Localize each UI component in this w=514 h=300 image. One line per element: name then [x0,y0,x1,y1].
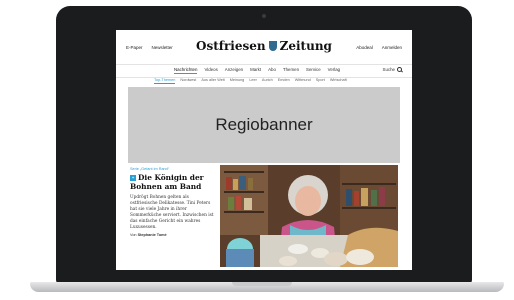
logo-text-right: Zeitung [279,39,332,53]
article-photo[interactable] [220,165,398,267]
logo-text-left: Ostfriesen [196,39,266,53]
crest-icon [268,41,277,51]
subnav-item-leer[interactable]: Leer [249,78,257,84]
laptop-notch [232,282,292,286]
subnav-item-top-themen[interactable]: Top-Themen [154,78,176,84]
article-rubric[interactable]: Serie „Gefant im Rand“ [130,167,169,171]
nav-item-verlag[interactable]: Verlag [328,67,340,74]
author-prefix: Von [130,233,137,237]
sub-navigation: Top-Themen Nordwest Aus aller Welt Meinu… [116,76,412,87]
header-right-links: Abodeal Anmelden [356,45,402,50]
search-label: Suche [382,67,395,72]
nav-item-markt[interactable]: Markt [250,67,261,74]
subnav-item-wittmund[interactable]: Wittmund [295,78,311,84]
nav-item-videos[interactable]: Videos [204,67,217,74]
website-screen: E-Paper Newsletter Ostfriesen Zeitung Abo… [116,30,412,270]
subnav-item-sport[interactable]: Sport [316,78,325,84]
login-link[interactable]: Anmelden [382,45,402,50]
site-header: E-Paper Newsletter Ostfriesen Zeitung Abo… [116,30,412,64]
subnav-item-aurich[interactable]: Aurich [262,78,273,84]
nav-item-themen[interactable]: Themen [283,67,299,74]
article-author: Von Stephanie Tomé [130,233,167,237]
search-icon [397,67,402,72]
plus-badge: + [130,175,136,181]
article-teaser[interactable]: Serie „Gefant im Rand“ + Die Königin der … [128,163,400,270]
nav-item-nachrichten[interactable]: Nachrichten [174,67,198,74]
article-headline-text: Die Königin der Bohnen am Band [130,173,204,191]
subnav-item-meinung[interactable]: Meinung [230,78,245,84]
subnav-item-aus-aller-welt[interactable]: Aus aller Welt [201,78,224,84]
photo-illustration [220,165,398,267]
subnav-item-emden[interactable]: Emden [278,78,290,84]
regiobanner-ad[interactable]: Regiobanner [128,87,400,163]
article-teaser-text: Updrögt Bohnen gelten als ostfriesische … [130,195,214,230]
author-name: Stephanie Tomé [137,233,167,237]
camera-icon [262,14,266,18]
subnav-item-wirtschaft[interactable]: Wirtschaft [330,78,347,84]
regiobanner-label: Regiobanner [215,115,313,134]
article-headline[interactable]: + Die Königin der Bohnen am Band [130,173,216,191]
nav-item-anzeigen[interactable]: Anzeigen [225,67,243,74]
nav-item-abo[interactable]: Abo [268,67,276,74]
nav-item-service[interactable]: Service [306,67,321,74]
subnav-item-nordwest[interactable]: Nordwest [180,78,196,84]
search-button[interactable]: Suche [383,67,402,72]
abodeal-link[interactable]: Abodeal [356,45,373,50]
